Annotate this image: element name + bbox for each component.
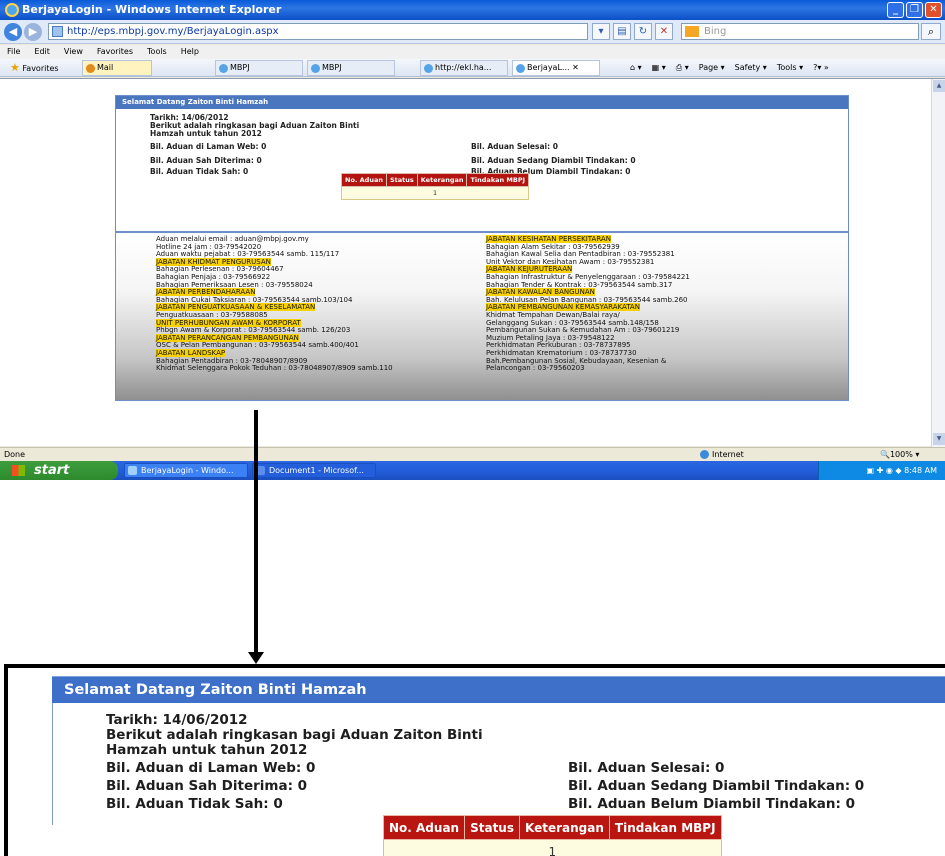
contact-info-panel: Aduan melalui email : aduan@mbpj.gov.my H…: [115, 232, 849, 401]
start-button[interactable]: start: [0, 461, 118, 480]
tab-berjaya[interactable]: BerjayaL... ✕: [512, 60, 600, 76]
stat-web-small: Bil. Aduan di Laman Web: 0: [150, 142, 267, 151]
print-icon[interactable]: ⎙ ▾: [676, 59, 689, 77]
col-keterangan: Keterangan: [519, 815, 610, 840]
globe-icon: [700, 450, 709, 459]
ie-window: BerjayaLogin - Windows Internet Explorer…: [0, 0, 945, 480]
maximize-button[interactable]: ❐: [906, 2, 923, 18]
browser-viewport: Selamat Datang Zaiton Binti Hamzah Tarik…: [0, 78, 945, 447]
menu-view[interactable]: View: [57, 45, 90, 59]
scroll-up-icon[interactable]: ▲: [933, 80, 945, 92]
contact-line: Pelancongan : 03-79560203: [486, 364, 585, 373]
search-input[interactable]: Bing: [681, 23, 919, 40]
taskbar-item-word[interactable]: Document1 - Microsof...: [252, 463, 376, 478]
taskbar-item-ie[interactable]: BerjayaLogin - Windo...: [124, 463, 248, 478]
menu-favorites[interactable]: Favorites: [90, 45, 140, 59]
feeds-icon[interactable]: ▦ ▾: [652, 59, 666, 77]
col-no-aduan: No. Aduan: [341, 173, 387, 187]
summary-line2-small: Hamzah untuk tahun 2012: [150, 129, 262, 138]
complaint-table-small: No. Aduan Status Keterangan Tindakan MBP…: [340, 173, 530, 200]
col-status: Status: [464, 815, 520, 840]
stat-sedang-small: Bil. Aduan Sedang Diambil Tindakan: 0: [471, 156, 636, 165]
col-keterangan: Keterangan: [416, 173, 468, 187]
scrollbar[interactable]: ▲ ▼: [931, 79, 945, 447]
mail-favorite[interactable]: Mail: [82, 60, 152, 76]
stat-belum: Bil. Aduan Belum Diambil Tindakan: 0: [568, 796, 856, 812]
safety-menu[interactable]: Safety ▾: [735, 59, 767, 77]
stat-sah: Bil. Aduan Sah Diterima: 0: [106, 778, 308, 794]
contact-line: Khidmat Selenggara Pokok Teduhan : 03-78…: [156, 364, 393, 373]
ie-logo-icon: [5, 3, 19, 17]
col-tindakan: Tindakan MBPJ: [466, 173, 530, 187]
clock: 8:48 AM: [904, 466, 937, 475]
system-tray: ▣ ✚ ◉ ◆ 8:48 AM: [818, 461, 945, 480]
tab-mbpj-2[interactable]: MBPJ: [307, 60, 395, 76]
stat-sedang: Bil. Aduan Sedang Diambil Tindakan: 0: [568, 778, 865, 794]
bing-icon: [685, 26, 699, 37]
taskbar: start BerjayaLogin - Windo... Document1 …: [0, 461, 945, 480]
stop-icon[interactable]: ✕: [655, 23, 673, 40]
stat-sah-small: Bil. Aduan Sah Diterima: 0: [150, 156, 262, 165]
stat-selesai: Bil. Aduan Selesai: 0: [568, 760, 725, 776]
page-menu[interactable]: Page ▾: [699, 59, 725, 77]
refresh-icon[interactable]: ↻: [634, 23, 652, 40]
menu-help[interactable]: Help: [174, 45, 206, 59]
table-page-cell[interactable]: 1: [340, 186, 530, 200]
help-icon[interactable]: ?▾ »: [813, 59, 829, 77]
scroll-down-icon[interactable]: ▼: [933, 433, 945, 445]
favorites-button[interactable]: ★ Favorites: [10, 59, 59, 78]
summary-panel-small: Selamat Datang Zaiton Binti Hamzah Tarik…: [115, 95, 849, 232]
close-button[interactable]: ✕: [925, 2, 942, 18]
tools-menu[interactable]: Tools ▾: [777, 59, 803, 77]
stat-selesai-small: Bil. Aduan Selesai: 0: [471, 142, 558, 151]
forward-icon[interactable]: ▶: [24, 23, 42, 41]
compatibility-icon[interactable]: ▤: [613, 23, 631, 40]
stat-tidak-sah: Bil. Aduan Tidak Sah: 0: [106, 796, 283, 812]
stat-tidak-sah-small: Bil. Aduan Tidak Sah: 0: [150, 167, 249, 176]
url-input[interactable]: http://eps.mbpj.gov.my/BerjayaLogin.aspx: [48, 23, 588, 40]
welcome-header-small: Selamat Datang Zaiton Binti Hamzah: [116, 96, 848, 109]
col-no-aduan: No. Aduan: [382, 815, 466, 840]
callout-arrow-head: [248, 652, 264, 664]
contact-column-left: Aduan melalui email : aduan@mbpj.gov.my H…: [156, 235, 393, 373]
search-icon[interactable]: ⌕: [921, 23, 941, 40]
address-bar: ◀ ▶ http://eps.mbpj.gov.my/BerjayaLogin.…: [0, 20, 945, 44]
status-bar: Done Internet 🔍100% ▾: [0, 447, 945, 461]
col-status: Status: [385, 173, 418, 187]
security-zone: Internet: [700, 448, 744, 462]
title-bar: BerjayaLogin - Windows Internet Explorer…: [0, 0, 945, 20]
zoom-level[interactable]: 🔍100% ▾: [880, 448, 919, 462]
complaint-table: No. Aduan Status Keterangan Tindakan MBPJ 1: [382, 815, 722, 856]
back-icon[interactable]: ◀: [4, 23, 22, 41]
tab-mbpj-1[interactable]: MBPJ: [215, 60, 303, 76]
star-icon: ★: [10, 61, 20, 74]
window-title: BerjayaLogin - Windows Internet Explorer: [22, 3, 282, 16]
dropdown-icon[interactable]: ▾: [592, 23, 610, 40]
col-tindakan: Tindakan MBPJ: [608, 815, 722, 840]
tray-icons[interactable]: ▣ ✚ ◉ ◆: [867, 466, 905, 475]
menu-edit[interactable]: Edit: [27, 45, 57, 59]
windows-flag-icon: [12, 465, 25, 476]
menu-bar: File Edit View Favorites Tools Help: [0, 45, 945, 59]
table-page-cell[interactable]: 1: [383, 839, 722, 856]
date-text: Tarikh: 14/06/2012: [106, 712, 248, 728]
contact-column-right: JABATAN KESIHATAN PERSEKITARAN Bahagian A…: [486, 235, 690, 373]
summary-line2: Hamzah untuk tahun 2012: [106, 742, 308, 758]
menu-file[interactable]: File: [0, 45, 27, 59]
favorites-bar: ★ Favorites Mail MBPJ MBPJ http://ekl.ha…: [0, 59, 945, 77]
minimize-button[interactable]: _: [887, 2, 904, 18]
summary-line1: Berikut adalah ringkasan bagi Aduan Zait…: [106, 727, 483, 743]
callout-arrow-line: [254, 410, 258, 655]
welcome-header: Selamat Datang Zaiton Binti Hamzah: [52, 676, 945, 703]
page-icon: [52, 26, 63, 37]
home-icon[interactable]: ⌂ ▾: [630, 59, 642, 77]
stat-web: Bil. Aduan di Laman Web: 0: [106, 760, 316, 776]
status-text: Done: [4, 450, 26, 459]
tab-ekl[interactable]: http://ekl.ha...: [420, 60, 508, 76]
menu-tools[interactable]: Tools: [140, 45, 174, 59]
